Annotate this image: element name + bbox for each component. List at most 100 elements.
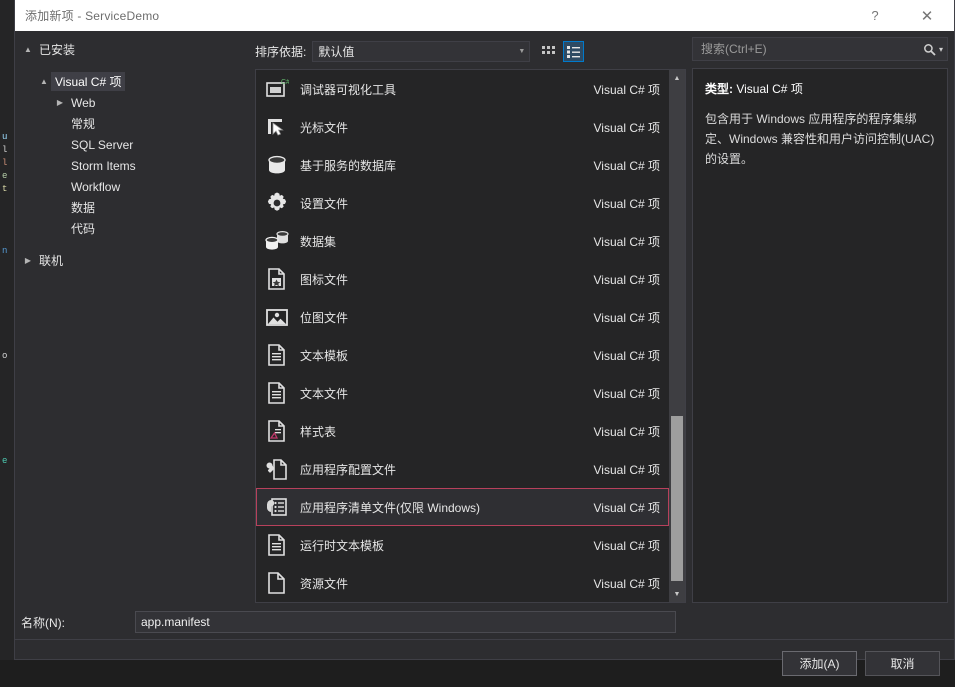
name-input[interactable] [135, 611, 676, 633]
chevron-down-icon: ▼ [518, 47, 526, 55]
editor-code-line: t [2, 184, 8, 194]
tree-node-label: 已安装 [39, 43, 76, 57]
sort-by-dropdown[interactable]: 默认值 ▼ [312, 40, 531, 62]
list-item[interactable]: 文本模板 Visual C# 项 [256, 336, 669, 374]
scroll-up-icon[interactable]: ▲ [669, 70, 685, 86]
list-item-kind: Visual C# 项 [593, 272, 660, 287]
chevron-down-icon[interactable]: ▾ [939, 45, 943, 54]
cursor-file-icon [264, 114, 290, 140]
tree-node-data[interactable]: 数据 [15, 197, 255, 218]
scrollbar-track[interactable] [669, 86, 685, 586]
grid-view-icon[interactable] [538, 41, 559, 62]
list-item-selected[interactable]: 应用程序清单文件(仅限 Windows) Visual C# 项 [256, 488, 669, 526]
template-type-row: 类型: Visual C# 项 [705, 80, 935, 97]
list-item-name: 设置文件 [300, 196, 349, 211]
template-type-value: Visual C# 项 [736, 82, 803, 96]
sort-by-value: 默认值 [318, 44, 355, 59]
tree-node-label: Visual C# 项 [51, 72, 126, 91]
view-toggle-group [538, 40, 585, 62]
list-item-kind: Visual C# 项 [593, 196, 660, 211]
template-type-label: 类型: [705, 82, 733, 96]
tree-node-web[interactable]: ▶ Web [15, 92, 255, 113]
list-item-kind: Visual C# 项 [593, 500, 660, 515]
help-icon[interactable]: ? [854, 0, 896, 31]
close-icon[interactable]: ✕ [906, 0, 948, 31]
tree-node-general[interactable]: 常规 [15, 113, 255, 134]
list-item-kind: Visual C# 项 [593, 158, 660, 173]
dataset-icon [264, 228, 290, 254]
scrollbar-thumb[interactable] [671, 416, 683, 581]
list-item-name: 应用程序清单文件(仅限 Windows) [300, 500, 481, 515]
list-item-name: 基于服务的数据库 [300, 158, 397, 173]
list-item-name: 位图文件 [300, 310, 349, 325]
template-description-panel: 类型: Visual C# 项 包含用于 Windows 应用程序的程序集绑定、… [692, 68, 948, 603]
chevron-down-icon: ▲ [40, 77, 48, 86]
add-button[interactable]: 添加(A) [782, 651, 857, 676]
list-item-kind: Visual C# 项 [593, 120, 660, 135]
list-item-kind: Visual C# 项 [593, 82, 660, 97]
dialog-footer: 添加(A) 取消 [15, 639, 954, 687]
dialog-body: ▲ 已安装 ▲ Visual C# 项 ▶ Web 常规 SQL Server [15, 31, 954, 603]
scroll-down-icon[interactable]: ▼ [669, 586, 685, 602]
list-item-name: 资源文件 [300, 576, 349, 591]
list-item-kind: Visual C# 项 [593, 348, 660, 363]
add-new-item-dialog: 添加新项 - ServiceDemo ? ✕ ▲ 已安装 ▲ Visual C#… [14, 0, 955, 676]
editor-code-line: l [2, 145, 8, 155]
template-list[interactable]: C# 调试器可视化工具 Visual C# 项 [256, 70, 669, 602]
tree-node-workflow[interactable]: Workflow [15, 176, 255, 197]
settings-gear-icon [264, 190, 290, 216]
list-item-name: 文本模板 [300, 348, 349, 363]
list-item-name: 图标文件 [300, 272, 349, 287]
list-item[interactable]: 位图文件 Visual C# 项 [256, 298, 669, 336]
list-item[interactable]: 样式表 Visual C# 项 [256, 412, 669, 450]
list-item-name: 光标文件 [300, 120, 349, 135]
template-description-text: 包含用于 Windows 应用程序的程序集绑定、Windows 兼容性和用户访问… [705, 112, 935, 166]
text-file-icon [264, 380, 290, 406]
dialog-titlebar: 添加新项 - ServiceDemo ? ✕ [15, 0, 954, 31]
list-item-kind: Visual C# 项 [593, 538, 660, 553]
service-database-icon [264, 152, 290, 178]
tree-node-label: 数据 [71, 201, 96, 215]
tree-node-label: 常规 [71, 117, 96, 131]
list-item[interactable]: 图标文件 Visual C# 项 [256, 260, 669, 298]
list-item[interactable]: 运行时文本模板 Visual C# 项 [256, 526, 669, 564]
list-item[interactable]: 数据集 Visual C# 项 [256, 222, 669, 260]
editor-code-line: o [2, 351, 8, 361]
editor-code-line: e [2, 456, 8, 466]
icon-file-icon [264, 266, 290, 292]
list-item[interactable]: 设置文件 Visual C# 项 [256, 184, 669, 222]
list-item[interactable]: C# 调试器可视化工具 Visual C# 项 [256, 70, 669, 108]
list-item[interactable]: 文本文件 Visual C# 项 [256, 374, 669, 412]
list-item[interactable]: 光标文件 Visual C# 项 [256, 108, 669, 146]
tree-node-label: Workflow [71, 179, 121, 194]
template-list-pane: 排序依据: 默认值 ▼ C 调试器可视化工具 Visual C# 项 光标文件 … [255, 31, 686, 603]
list-view-icon[interactable] [563, 40, 585, 62]
editor-gutter [0, 0, 14, 660]
editor-code-line: l [2, 158, 8, 168]
tree-node-storm-items[interactable]: Storm Items [15, 155, 255, 176]
list-item[interactable]: 基于服务的数据库 Visual C# 项 [256, 146, 669, 184]
search-box[interactable]: ▾ [692, 37, 948, 61]
tree-node-code[interactable]: 代码 [15, 218, 255, 239]
resource-file-icon [264, 570, 290, 596]
list-item[interactable]: 资源文件 Visual C# 项 [256, 564, 669, 602]
tree-node-installed[interactable]: ▲ 已安装 [15, 39, 255, 60]
svg-text:C#: C# [281, 79, 289, 86]
list-item-name: 应用程序配置文件 [300, 462, 397, 477]
stylesheet-icon [264, 418, 290, 444]
list-item-name: 样式表 [300, 424, 337, 439]
list-item-kind: Visual C# 项 [593, 576, 660, 591]
tree-node-online[interactable]: ▶ 联机 [15, 250, 255, 271]
list-item[interactable]: 应用程序配置文件 Visual C# 项 [256, 450, 669, 488]
list-item-kind: Visual C# 项 [593, 386, 660, 401]
runtime-text-template-icon [264, 532, 290, 558]
tree-node-visual-csharp[interactable]: ▲ Visual C# 项 [15, 71, 255, 92]
text-template-icon [264, 342, 290, 368]
search-icon[interactable]: ▾ [923, 43, 943, 56]
search-input[interactable] [699, 41, 923, 57]
cancel-button[interactable]: 取消 [865, 651, 940, 676]
list-scrollbar[interactable]: ▲ ▼ [669, 70, 685, 602]
tree-node-sql-server[interactable]: SQL Server [15, 134, 255, 155]
